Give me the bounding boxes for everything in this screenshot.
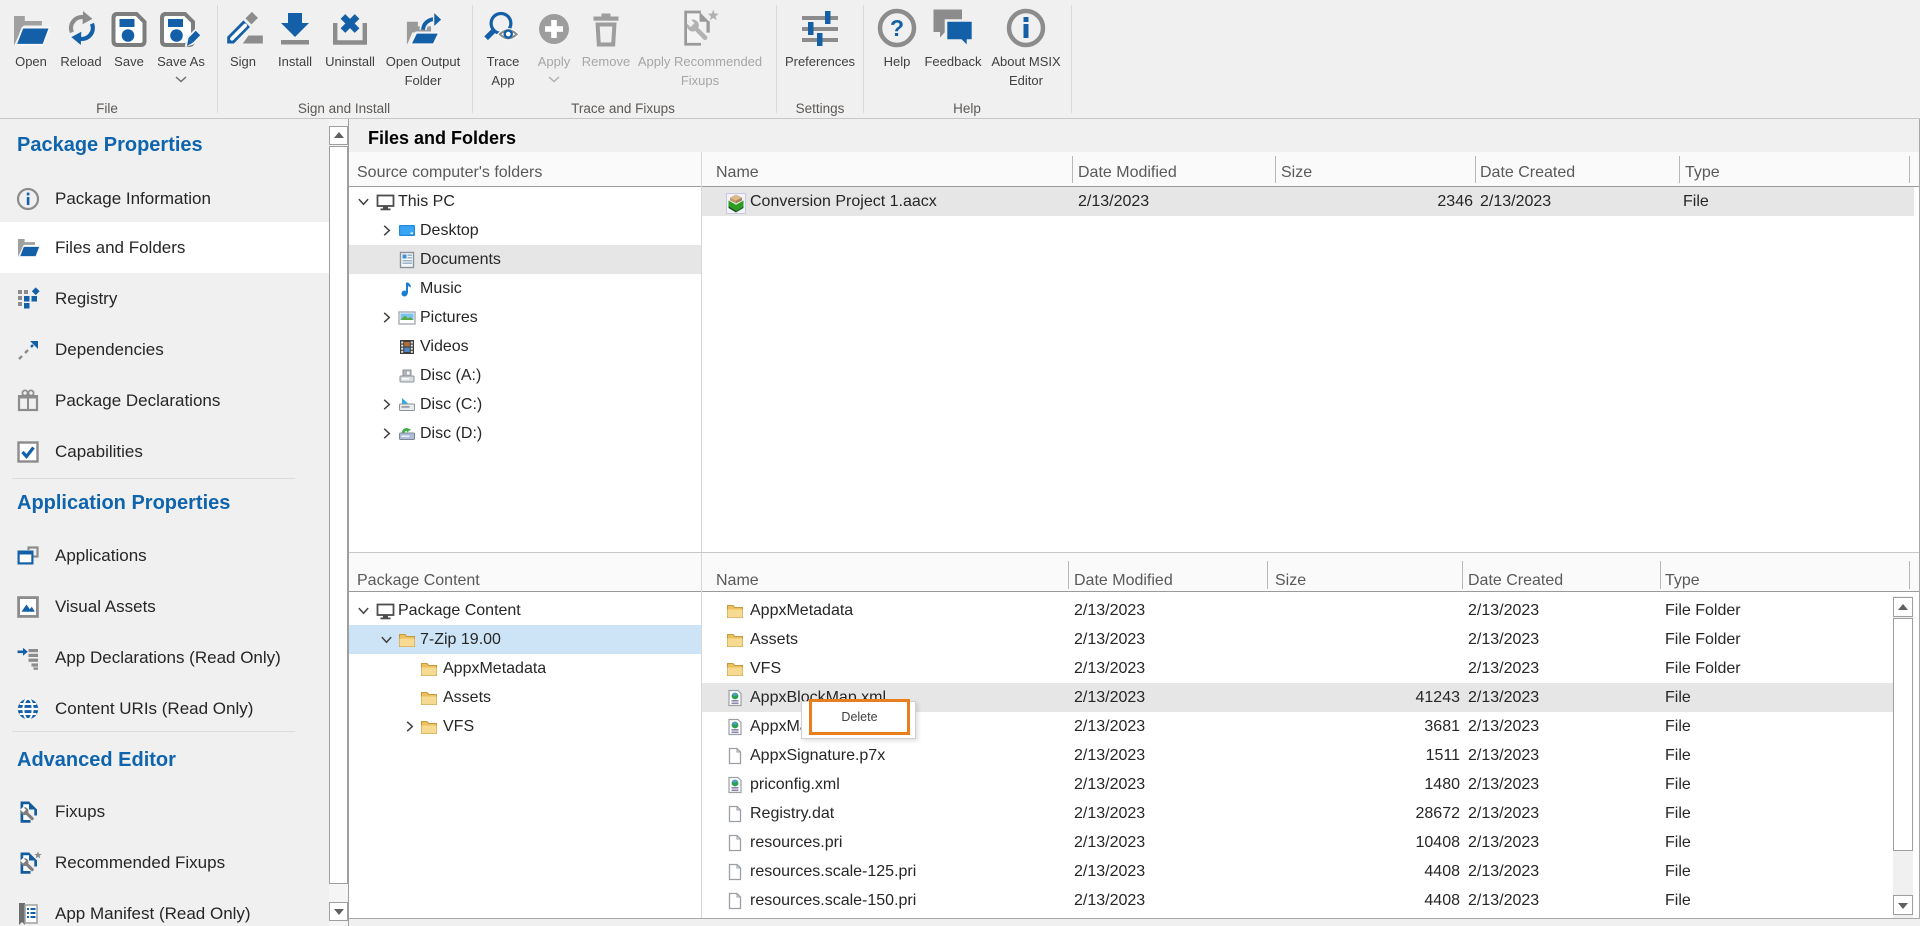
svg-text:?: ? [890,15,904,41]
